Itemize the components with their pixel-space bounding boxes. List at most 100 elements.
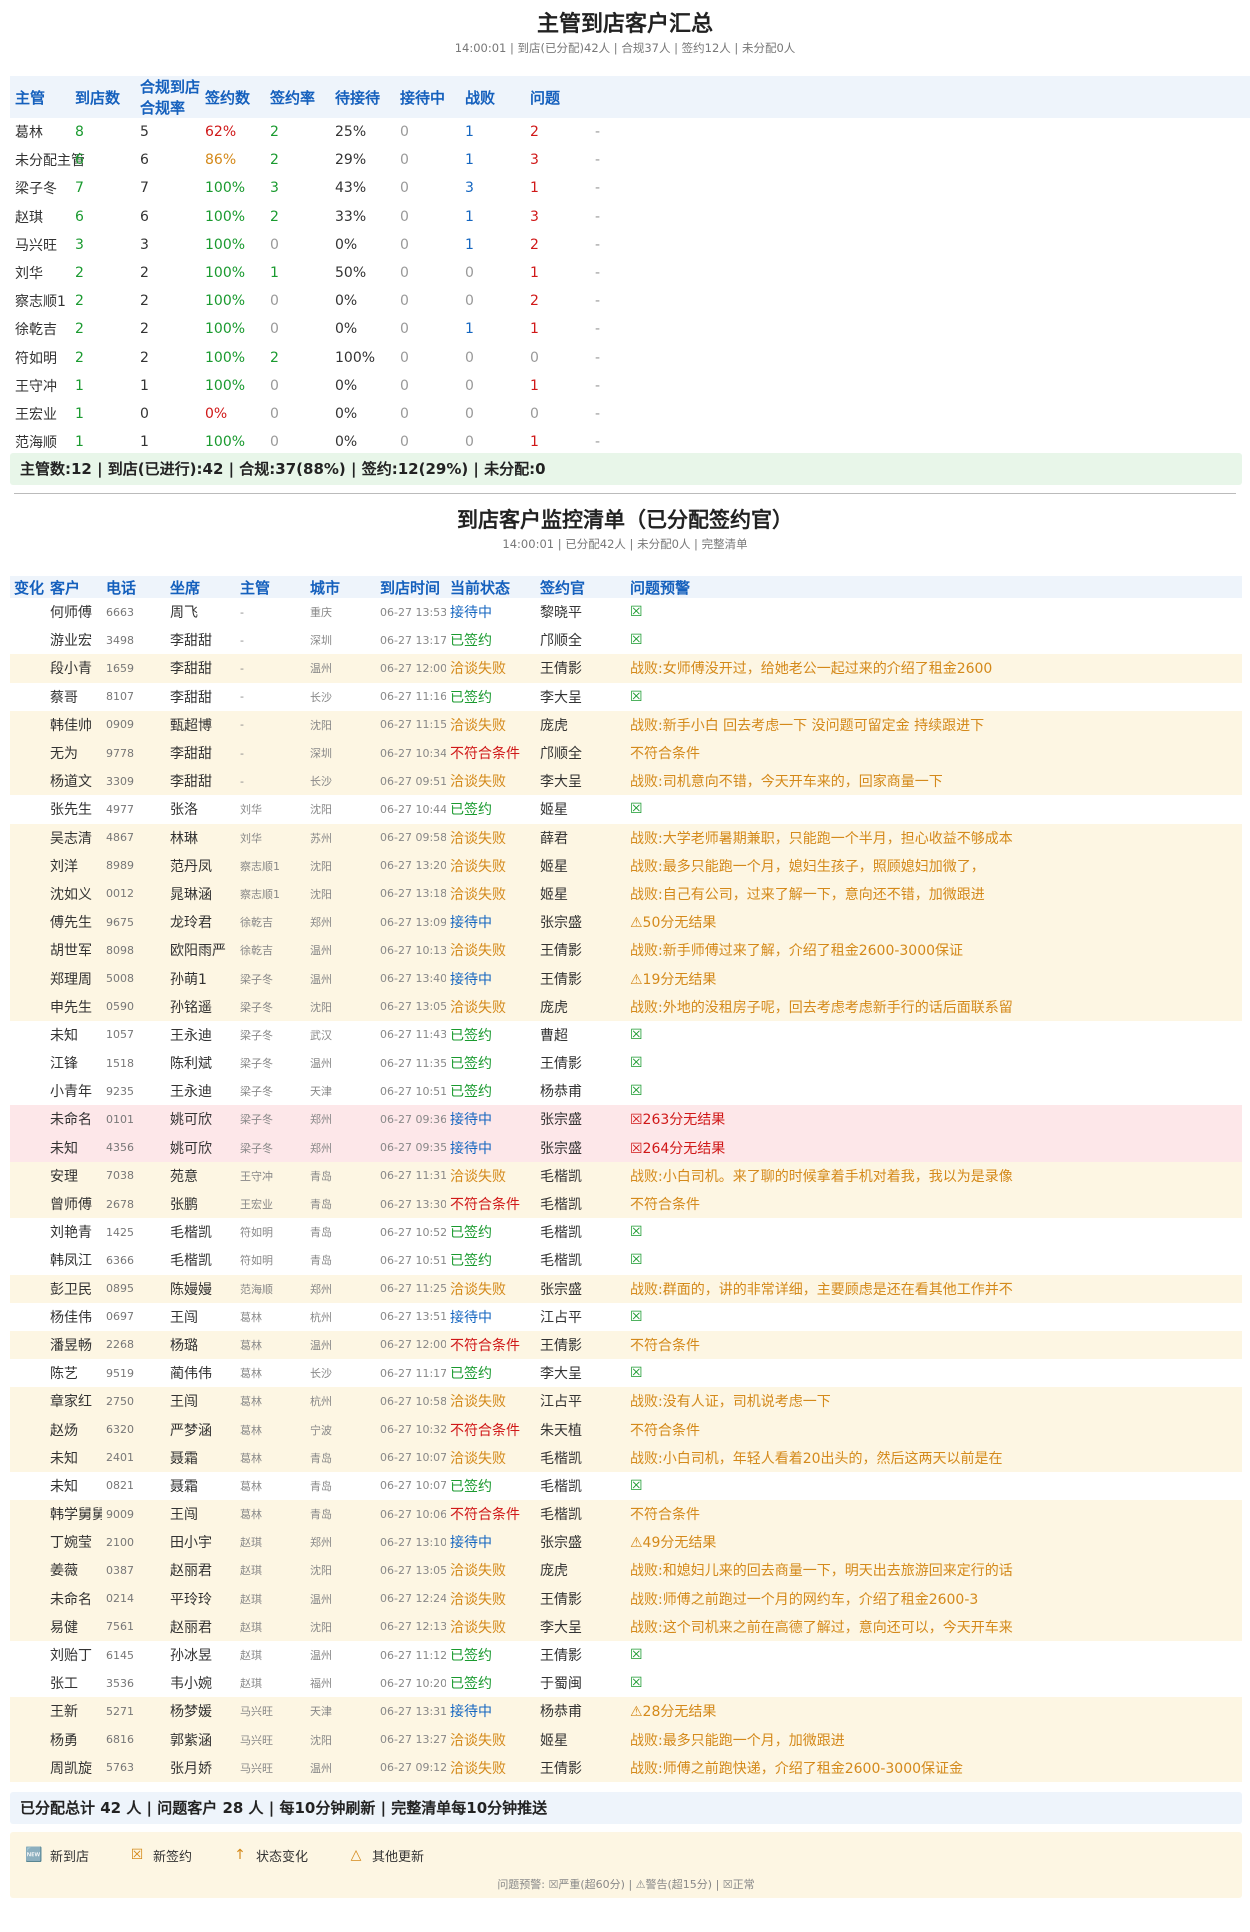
- manager-name: 符如明: [236, 1246, 306, 1275]
- customer-row: 丁婉莹 2100 田小宇 赵琪 郑州 06-27 13:10 接待中 张宗盛 ⚠49分无结果: [10, 1528, 1242, 1557]
- issue-warning: 战败:大学老师暑期兼职，只能跑一个半月，担心收益不够成本: [626, 823, 1242, 852]
- customer-name: 陈艺: [46, 1359, 102, 1388]
- change-cell: [10, 654, 46, 683]
- change-cell: [10, 1302, 46, 1331]
- arrive-time: 06-27 11:15: [376, 710, 446, 739]
- status-text: 已签约: [446, 1471, 536, 1500]
- arrive-time: 06-27 13:51: [376, 1302, 446, 1331]
- city-name: 福州: [306, 1669, 376, 1698]
- agent-name: 张宗盛: [536, 1105, 626, 1134]
- arrive-time: 06-27 11:12: [376, 1640, 446, 1670]
- seat-name: 孙铭遥: [166, 992, 236, 1021]
- change-cell: [10, 767, 46, 796]
- customer-row: 刘贻丁 6145 孙冰昱 赵琪 温州 06-27 11:12 已签约 王倩影 ☒: [10, 1640, 1242, 1670]
- customer-name: 无为: [46, 738, 102, 768]
- manager-name: -: [236, 710, 306, 739]
- status-text: 洽谈失败: [446, 1725, 536, 1754]
- change-cell: [10, 1105, 46, 1134]
- city-name: 长沙: [306, 767, 376, 796]
- city-name: 沈阳: [306, 1612, 376, 1641]
- manager-name: 王守冲: [15, 378, 57, 395]
- customer-name: 章家红: [46, 1387, 102, 1416]
- arrive-time: 06-27 12:13: [376, 1612, 446, 1641]
- arrive-count: 2: [75, 265, 84, 282]
- arrive-time: 06-27 13:18: [376, 879, 446, 909]
- serving-count: 1: [465, 321, 474, 338]
- status-text: 不符合条件: [446, 1330, 536, 1360]
- issue-cell: -: [595, 236, 601, 253]
- change-cell: [10, 1387, 46, 1416]
- issue-warning: 战败:女师傅没开过，给她老公一起过来的介绍了租金2600: [626, 654, 1242, 683]
- status-text: 接待中: [446, 1528, 536, 1557]
- issue-warning: 战败:自己有公司，过来了解一下，意向还不错，加微跟进: [626, 879, 1242, 909]
- status-text: 不符合条件: [446, 738, 536, 768]
- city-name: 长沙: [306, 1359, 376, 1388]
- customer-row: 潘昱畅 2268 杨璐 葛林 温州 06-27 12:00 不符合条件 王倩影 不符合条件: [10, 1330, 1242, 1360]
- city-name: 沈阳: [306, 879, 376, 909]
- phone-tail: 2750: [102, 1387, 166, 1416]
- status-text: 洽谈失败: [446, 710, 536, 739]
- agent-name: 王倩影: [536, 964, 626, 993]
- seat-name: 张鹏: [166, 1189, 236, 1219]
- sign-count: 2: [270, 349, 279, 366]
- wait-count: 0: [400, 208, 409, 225]
- status-text: 接待中: [446, 1105, 536, 1134]
- issue-warning: ☒: [626, 1471, 1242, 1500]
- city-name: 宁波: [306, 1415, 376, 1444]
- comply-count: 0: [140, 405, 149, 422]
- manager-name: 赵琪: [236, 1640, 306, 1670]
- issue-warning: 战败:司机意向不错，今天开车来的，回家商量一下: [626, 767, 1242, 796]
- fail-count: 1: [530, 265, 539, 282]
- wait-count: 0: [400, 321, 409, 338]
- arrive-time: 06-27 13:09: [376, 908, 446, 937]
- manager-row: 徐乾吉 2 2 100% 0 0% 0 1 1 -: [10, 315, 1250, 343]
- agent-name: 李大呈: [536, 767, 626, 796]
- change-cell: [10, 1274, 46, 1303]
- sign-rate: 0%: [335, 236, 358, 253]
- header-cell: 接待中: [395, 76, 460, 118]
- manager-name: 葛林: [236, 1443, 306, 1472]
- sign-count: 1: [270, 265, 279, 282]
- issue-cell: -: [595, 321, 601, 338]
- arrive-time: 06-27 09:12: [376, 1753, 446, 1782]
- fail-count: 2: [530, 293, 539, 310]
- issue-warning: 战败:这个司机来之前在高德了解过，意向还可以，今天开车来: [626, 1612, 1242, 1641]
- customer-name: 曾师傅: [46, 1189, 102, 1219]
- agent-name: 黎晓平: [536, 598, 626, 627]
- customer-name: 王新: [46, 1697, 102, 1726]
- comply-count: 1: [140, 377, 149, 394]
- customer-row: 未知 1057 王永迪 梁子冬 武汉 06-27 11:43 已签约 曹超 ☒: [10, 1020, 1242, 1049]
- seat-name: 平玲玲: [166, 1584, 236, 1613]
- fail-count: 0: [530, 349, 539, 366]
- manager-row: 马兴旺 3 3 100% 0 0% 0 1 2 -: [10, 231, 1250, 259]
- customer-row: 杨勇 6816 郭紫涵 马兴旺 沈阳 06-27 13:27 洽谈失败 姬星 战败:最多只能跑一…: [10, 1725, 1242, 1754]
- arrive-time: 06-27 10:07: [376, 1443, 446, 1472]
- phone-tail: 7561: [102, 1612, 166, 1641]
- issue-warning: 战败:新手师傅过来了解，介绍了租金2600-3000保证: [626, 936, 1242, 965]
- issue-cell: -: [595, 265, 601, 282]
- comply-rate: 86%: [205, 152, 237, 169]
- agent-name: 王倩影: [536, 1049, 626, 1078]
- change-cell: [10, 626, 46, 655]
- arrive-time: 06-27 11:16: [376, 682, 446, 711]
- sign-rate: 0%: [335, 377, 358, 394]
- arrive-time: 06-27 11:17: [376, 1359, 446, 1388]
- agent-name: 毛楷凯: [536, 1246, 626, 1275]
- phone-tail: 5763: [102, 1753, 166, 1782]
- status-text: 已签约: [446, 795, 536, 824]
- phone-tail: 0895: [102, 1274, 166, 1303]
- comply-count: 2: [140, 349, 149, 366]
- city-name: 长沙: [306, 682, 376, 711]
- arrive-time: 06-27 12:00: [376, 1330, 446, 1360]
- arrive-time: 06-27 10:06: [376, 1500, 446, 1529]
- sign-rate: 43%: [335, 180, 367, 197]
- customer-row: 杨佳伟 0697 王闯 葛林 杭州 06-27 13:51 接待中 江占平 ☒: [10, 1302, 1242, 1331]
- customer-row: 杨道文 3309 李甜甜 - 长沙 06-27 09:51 洽谈失败 李大呈 战败:司机意向不错…: [10, 767, 1242, 796]
- page: 主管到店客户汇总 14:00:01 | 到店(已分配)42人 | 合规37人 |…: [0, 0, 1250, 1932]
- issue-warning: ☒: [626, 1218, 1242, 1247]
- status-text: 已签约: [446, 682, 536, 711]
- sign-rate: 29%: [335, 152, 367, 169]
- comply-count: 6: [140, 152, 149, 169]
- customer-monitor-body: 何师傅 6663 周飞 - 重庆 06-27 13:53 接待中 黎晓平 ☒ 游业宏 3498 李甜甜…: [10, 598, 1242, 1782]
- header-cell: 待接待: [330, 76, 395, 118]
